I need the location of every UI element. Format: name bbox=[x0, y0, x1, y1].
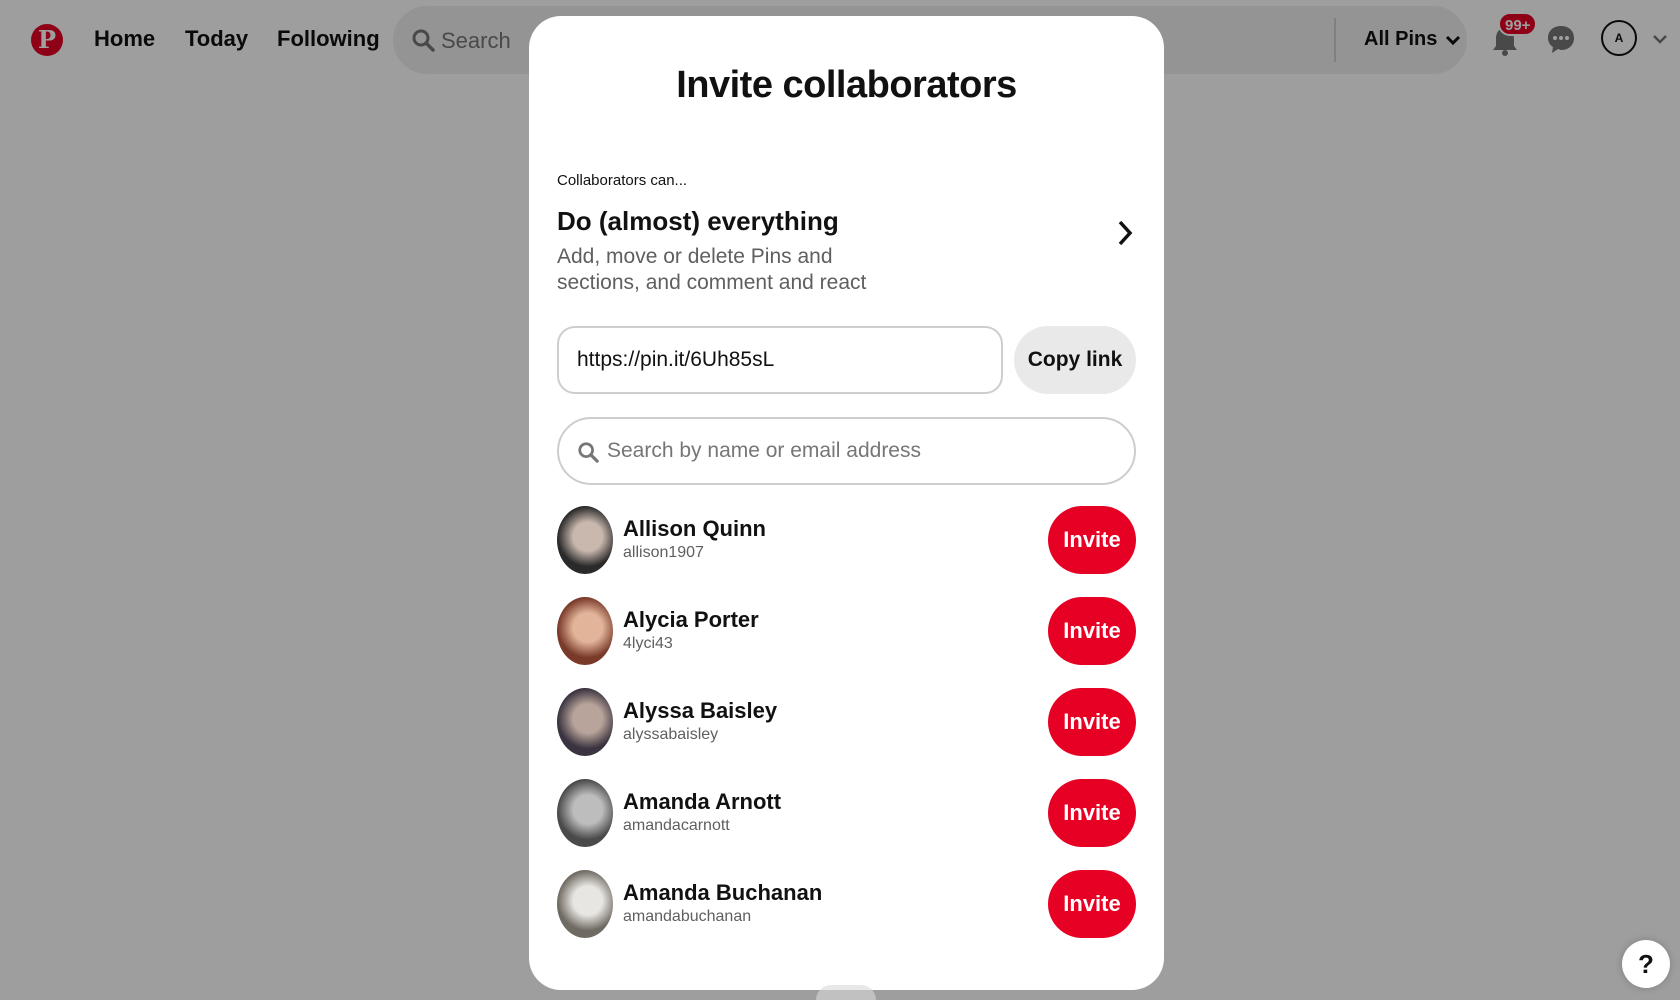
help-button[interactable]: ? bbox=[1622, 940, 1670, 988]
people-list: Allison Quinn allison1907 Invite Alycia … bbox=[557, 506, 1136, 961]
avatar[interactable] bbox=[557, 870, 613, 938]
person-row: Allison Quinn allison1907 Invite bbox=[557, 506, 1136, 597]
person-name: Alycia Porter bbox=[623, 607, 759, 632]
invite-link-field[interactable]: https://pin.it/6Uh85sL bbox=[557, 326, 1003, 394]
invite-button[interactable]: Invite bbox=[1048, 688, 1136, 756]
avatar[interactable] bbox=[557, 688, 613, 756]
copy-link-button[interactable]: Copy link bbox=[1014, 326, 1136, 394]
permission-selector[interactable]: Do (almost) everything Add, move or dele… bbox=[557, 206, 1137, 306]
people-search-input[interactable] bbox=[607, 429, 1107, 473]
person-row: Alyssa Baisley alyssabaisley Invite bbox=[557, 688, 1136, 779]
chevron-right-icon bbox=[1118, 220, 1133, 246]
invite-button[interactable]: Invite bbox=[1048, 779, 1136, 847]
scroll-hint bbox=[816, 985, 876, 1000]
people-search-field[interactable] bbox=[557, 417, 1136, 485]
avatar[interactable] bbox=[557, 597, 613, 665]
person-username: allison1907 bbox=[623, 544, 704, 561]
invite-button[interactable]: Invite bbox=[1048, 506, 1136, 574]
search-icon bbox=[578, 442, 599, 463]
invite-button[interactable]: Invite bbox=[1048, 870, 1136, 938]
person-name: Amanda Arnott bbox=[623, 789, 782, 814]
avatar[interactable] bbox=[557, 506, 613, 574]
permission-description: Add, move or delete Pins and sections, a… bbox=[557, 245, 867, 294]
person-username: amandacarnott bbox=[623, 817, 730, 834]
person-name: Allison Quinn bbox=[623, 516, 766, 541]
permission-label: Collaborators can... bbox=[557, 172, 688, 189]
avatar[interactable] bbox=[557, 779, 613, 847]
person-row: Amanda Buchanan amandabuchanan Invite bbox=[557, 870, 1136, 961]
modal-title: Invite collaborators bbox=[676, 64, 1017, 106]
person-row: Amanda Arnott amandacarnott Invite bbox=[557, 779, 1136, 870]
person-row: Alycia Porter 4lyci43 Invite bbox=[557, 597, 1136, 688]
invite-button[interactable]: Invite bbox=[1048, 597, 1136, 665]
permission-title: Do (almost) everything bbox=[557, 206, 839, 236]
person-name: Alyssa Baisley bbox=[623, 698, 778, 723]
person-name: Amanda Buchanan bbox=[623, 880, 823, 905]
person-username: alyssabaisley bbox=[623, 726, 719, 743]
person-username: amandabuchanan bbox=[623, 908, 752, 925]
person-username: 4lyci43 bbox=[623, 635, 673, 652]
invite-collaborators-modal: Invite collaborators Collaborators can..… bbox=[529, 16, 1164, 990]
